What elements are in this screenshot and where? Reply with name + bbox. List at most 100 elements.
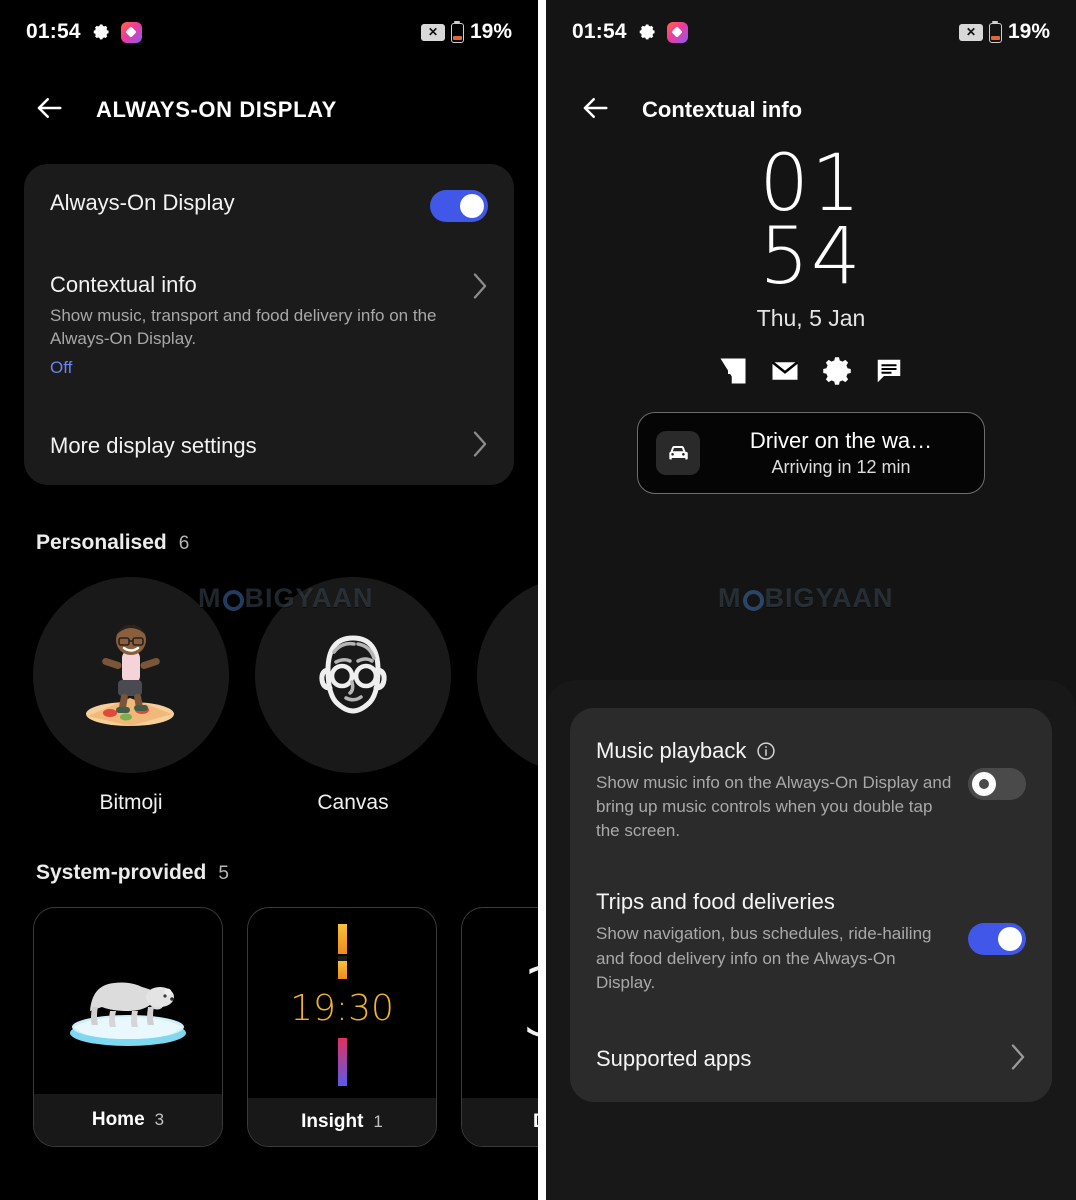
contextual-settings-card: Music playback Show music info on the Al… bbox=[570, 708, 1052, 1102]
system-provided-items-row[interactable]: Home 3 19:30 Insight 1 bbox=[0, 906, 538, 1147]
row-more-display-settings[interactable]: More display settings bbox=[50, 430, 488, 463]
app-badge-icon bbox=[120, 21, 142, 43]
insight-clock-preview: 19:30 bbox=[248, 908, 436, 1098]
svg-text:19:30: 19:30 bbox=[290, 988, 394, 1029]
car-icon bbox=[656, 431, 700, 476]
aod-settings-card: Always-On Display Contextual info Show m… bbox=[24, 164, 514, 485]
list-item-label: Bitmoji bbox=[99, 790, 163, 814]
svg-text:3: 3 bbox=[520, 947, 538, 1059]
notification-text-group: Driver on the wa… Arriving in 12 min bbox=[716, 428, 966, 478]
back-arrow-icon[interactable] bbox=[34, 93, 64, 128]
row-trips-food-deliveries[interactable]: Trips and food deliveries Show navigatio… bbox=[596, 889, 1026, 994]
canvas-face-outline-icon[interactable] bbox=[255, 576, 451, 773]
row-music-playback[interactable]: Music playback Show music info on the Al… bbox=[596, 738, 1026, 843]
mute-icon: ✕ bbox=[420, 23, 445, 41]
status-bar-left-group: 01:54 bbox=[26, 20, 142, 44]
aod-minutes: 54 bbox=[759, 211, 863, 302]
bitmoji-avatar-icon[interactable] bbox=[33, 576, 229, 773]
contextual-info-value: Off bbox=[50, 357, 73, 377]
list-item[interactable]: Custo bbox=[477, 576, 538, 815]
message-icon bbox=[874, 356, 904, 386]
info-icon[interactable] bbox=[756, 741, 776, 761]
right-phone-screen: 01:54 ✕ 19% Contextual info 01 54 Thu, 5… bbox=[546, 0, 1076, 1200]
status-bar-right-group: ✕ 19% bbox=[420, 20, 512, 44]
list-item[interactable]: Home 3 bbox=[33, 906, 223, 1147]
status-bar-right: 01:54 ✕ 19% bbox=[546, 0, 1076, 64]
aod-hours: 01 bbox=[759, 139, 863, 229]
polar-bear-on-ice bbox=[34, 908, 222, 1094]
always-on-display-label: Always-On Display bbox=[50, 190, 235, 215]
watermark-text-2: BIGYAAN bbox=[764, 583, 894, 613]
personalised-items-row[interactable]: Bitmoji Canvas bbox=[0, 576, 538, 815]
list-item-label: Custo bbox=[477, 791, 538, 815]
personalised-count: 6 bbox=[178, 532, 190, 554]
section-header-personalised: Personalised 6 bbox=[0, 531, 538, 555]
trips-food-label: Trips and food deliveries bbox=[596, 889, 835, 915]
gear-icon bbox=[638, 23, 656, 41]
screenshot-divider bbox=[538, 0, 546, 1200]
status-bar-time: 01:54 bbox=[572, 20, 627, 43]
chevron-right-icon bbox=[1010, 1043, 1026, 1076]
gear-icon bbox=[822, 356, 852, 386]
aod-date: Thu, 5 Jan bbox=[756, 305, 866, 332]
personalised-title: Personalised bbox=[36, 530, 167, 554]
status-bar-left: 01:54 ✕ 19% bbox=[0, 0, 538, 64]
watermark: M BIGYAAN bbox=[718, 583, 894, 614]
page-title: Contextual info bbox=[642, 97, 803, 122]
list-item[interactable]: Canvas bbox=[255, 576, 451, 815]
page-title: ALWAYS-ON DISPLAY bbox=[96, 97, 337, 122]
more-display-settings-label: More display settings bbox=[50, 433, 257, 459]
watermark-ring-icon bbox=[742, 590, 764, 611]
music-playback-toggle[interactable] bbox=[968, 768, 1026, 800]
system-provided-count: 5 bbox=[218, 862, 229, 884]
supported-apps-label: Supported apps bbox=[596, 1046, 752, 1072]
contextual-info-label: Contextual info bbox=[50, 272, 197, 297]
battery-percent-label: 19% bbox=[469, 20, 512, 43]
list-item[interactable]: 19:30 Insight 1 bbox=[247, 906, 437, 1147]
contextual-info-description: Show music, transport and food delivery … bbox=[50, 306, 437, 349]
facebook-icon bbox=[718, 356, 748, 386]
trips-food-toggle[interactable] bbox=[968, 923, 1026, 956]
watermark-text-1: M bbox=[718, 583, 742, 613]
row-supported-apps[interactable]: Supported apps bbox=[596, 1043, 1026, 1076]
status-bar-left-group: 01:54 bbox=[572, 20, 688, 44]
list-item-footer: Insight 1 bbox=[248, 1097, 436, 1146]
status-bar-right-group: ✕ 19% bbox=[958, 20, 1050, 44]
row-always-on-display[interactable]: Always-On Display bbox=[50, 190, 488, 222]
section-header-system-provided: System-provided 5 bbox=[0, 861, 538, 885]
always-on-display-toggle[interactable] bbox=[430, 190, 488, 222]
aod-app-icons bbox=[546, 356, 1076, 386]
aod-preview: 01 54 Thu, 5 Jan Driver on the wa… Arriv… bbox=[546, 136, 1076, 495]
chevron-right-icon bbox=[472, 272, 488, 305]
appbar-right: Contextual info bbox=[546, 64, 1076, 136]
system-provided-title: System-provided bbox=[36, 860, 207, 884]
mute-icon: ✕ bbox=[958, 23, 983, 41]
battery-percent-label: 19% bbox=[1007, 20, 1050, 43]
list-item-count: 3 bbox=[154, 1109, 165, 1129]
status-bar-time: 01:54 bbox=[26, 20, 81, 43]
notification-subtitle: Arriving in 12 min bbox=[771, 457, 911, 478]
app-badge-icon bbox=[666, 21, 688, 43]
music-playback-label: Music playback bbox=[596, 738, 747, 763]
list-item-label: Insight bbox=[301, 1110, 364, 1132]
list-item-count: 1 bbox=[373, 1111, 383, 1131]
list-item-footer: Home 3 bbox=[34, 1093, 222, 1146]
aod-notification-card[interactable]: Driver on the wa… Arriving in 12 min bbox=[637, 412, 985, 495]
trips-food-description: Show navigation, bus schedules, ride-hai… bbox=[596, 924, 932, 992]
list-item-label: Home bbox=[91, 1108, 145, 1130]
chevron-right-icon bbox=[472, 430, 488, 463]
list-item-footer: Digi bbox=[462, 1097, 538, 1146]
row-contextual-info[interactable]: Contextual info Show music, transport an… bbox=[50, 272, 488, 378]
notification-title: Driver on the wa… bbox=[749, 428, 933, 454]
left-phone-screen: 01:54 ✕ 19% ALWAYS-ON DISPLAY Always-On … bbox=[0, 0, 538, 1200]
list-item[interactable]: 3 Digi bbox=[461, 906, 538, 1147]
list-item[interactable]: Bitmoji bbox=[33, 576, 229, 815]
battery-low-icon bbox=[988, 20, 1002, 43]
dual-screenshot-container: 01:54 ✕ 19% ALWAYS-ON DISPLAY Always-On … bbox=[0, 0, 1076, 1200]
custom-swirl-icon[interactable] bbox=[477, 576, 538, 773]
back-arrow-icon[interactable] bbox=[580, 93, 610, 128]
list-item-label: Canvas bbox=[317, 790, 389, 814]
appbar-left: ALWAYS-ON DISPLAY bbox=[0, 64, 538, 136]
mail-icon bbox=[770, 356, 800, 386]
music-playback-title-group: Music playback bbox=[596, 738, 968, 764]
